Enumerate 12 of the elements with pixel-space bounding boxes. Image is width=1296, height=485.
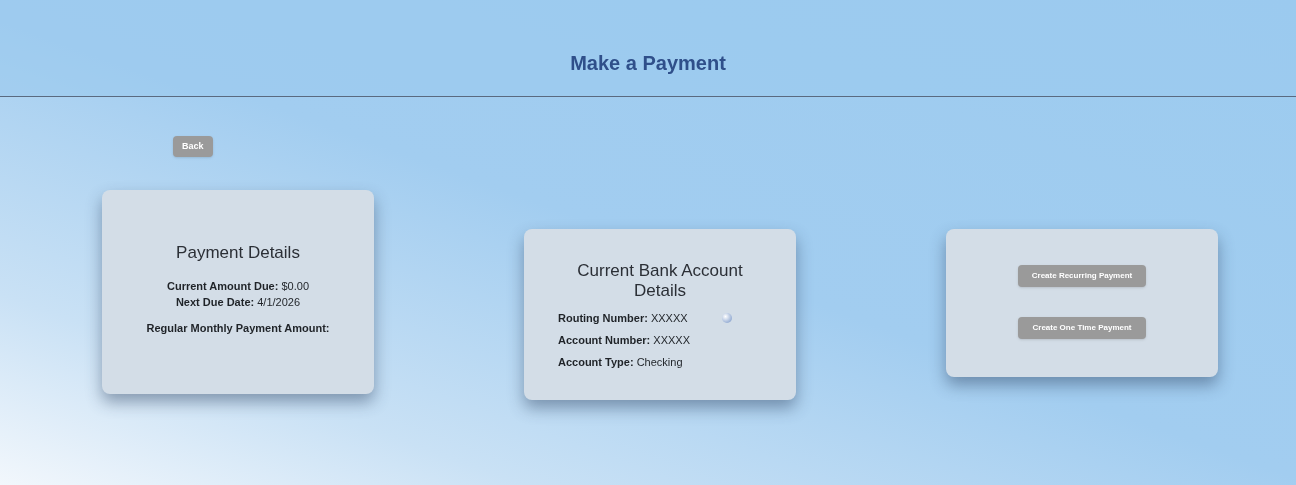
- create-payment-button[interactable]: Create Recurring Payment: [1018, 265, 1146, 287]
- detail-line: Current Amount Due: $0.00: [167, 278, 309, 294]
- page-title: Make a Payment: [570, 51, 726, 76]
- detail-line: Account Number: XXXXX: [558, 332, 692, 348]
- detail-label: Regular Monthly Payment Amount:: [146, 320, 330, 336]
- create-payment-button[interactable]: Create One Time Payment: [1018, 317, 1146, 339]
- detail-line: Account Type: Checking: [558, 354, 684, 370]
- detail-line: Routing Number: XXXXX: [558, 310, 689, 326]
- card-title: Payment Details: [176, 242, 300, 264]
- back-button[interactable]: Back: [173, 136, 213, 157]
- card-title: Current Bank Account Details: [576, 261, 744, 301]
- detail-line: Next Due Date: 4/1/2026: [175, 294, 301, 310]
